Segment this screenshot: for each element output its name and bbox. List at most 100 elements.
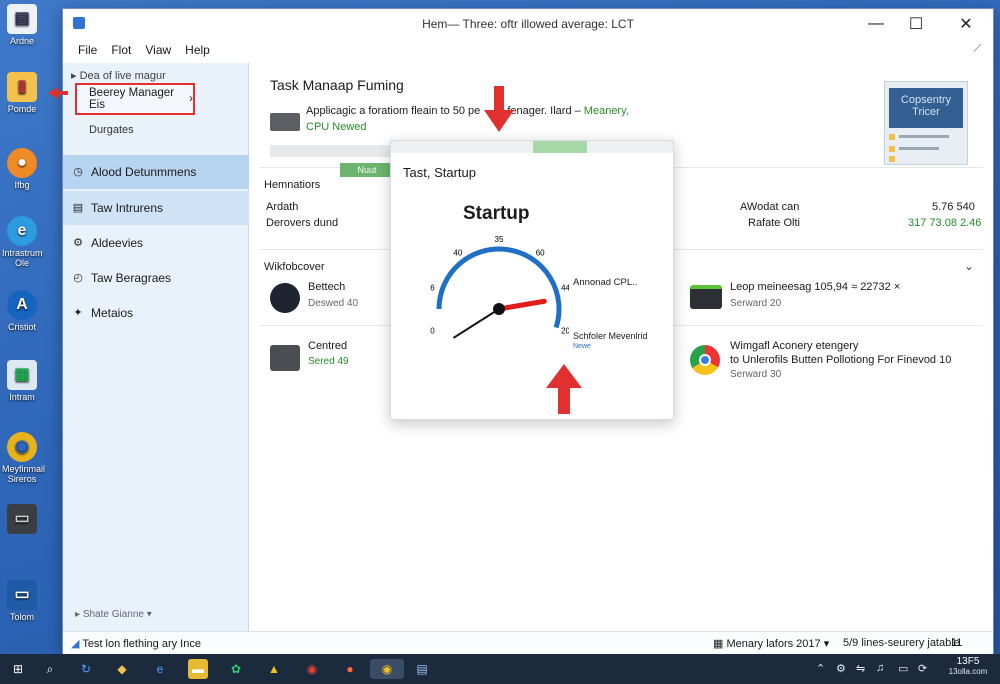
desktop-icon-pomde[interactable]: ▮ Pomde bbox=[2, 72, 42, 114]
gauge-hub bbox=[493, 303, 505, 315]
callout-arrow-left bbox=[48, 87, 68, 99]
page-title: Task Manaap Fuming bbox=[270, 77, 404, 93]
sidebar-sub-item[interactable]: Durgates bbox=[89, 124, 134, 136]
popup-link[interactable]: Newe bbox=[573, 343, 591, 350]
search-icon[interactable]: ⌕ bbox=[40, 659, 60, 679]
item-centred-name[interactable]: Centred bbox=[308, 340, 347, 352]
start-button[interactable]: ⊞ bbox=[8, 659, 28, 679]
preview-thumbnail[interactable]: Copsentry Tricer bbox=[884, 81, 968, 165]
desktop-icon-mail[interactable]: ◉ Meyfinmail Sireros bbox=[2, 432, 45, 484]
desktop-icon-tolom[interactable]: ▭ Tolom bbox=[2, 580, 42, 622]
tray-settings-icon[interactable]: ⚙ bbox=[836, 662, 846, 675]
menu-view[interactable]: Viaw bbox=[138, 39, 178, 61]
desktop-icon-computer[interactable]: ▭ bbox=[2, 504, 42, 536]
item-leop-name[interactable]: Leop meineesag 105,94 ≈ 22732 × bbox=[730, 281, 900, 293]
mail-icon: ◉ bbox=[7, 432, 37, 462]
clock-icon: ◷ bbox=[73, 166, 83, 178]
menu-flot[interactable]: Flot bbox=[104, 39, 138, 61]
tray-chevron-icon[interactable]: ⌃ bbox=[816, 662, 825, 675]
status-memory[interactable]: ▦ Menary lafors 2017 ▾ bbox=[713, 637, 829, 650]
desktop-icon-cristiot[interactable]: A Cristiot bbox=[2, 290, 42, 332]
file-icon: ▦ bbox=[7, 360, 37, 390]
menu-help[interactable]: Help bbox=[178, 39, 217, 61]
startup-popup: Tast, Startup Startup 0 6 40 35 60 44 20 Annon… bbox=[390, 140, 674, 420]
folder-icon[interactable]: ▬ bbox=[188, 659, 208, 679]
thumbnail-label: Copsentry Tricer bbox=[889, 88, 963, 128]
chrome-taskbar-icon[interactable]: ◉ bbox=[302, 659, 322, 679]
chevron-right-icon: › bbox=[189, 93, 193, 105]
maximize-button[interactable]: ☐ bbox=[901, 13, 931, 35]
tray-clock[interactable]: 13F5 13olla.com bbox=[946, 656, 990, 676]
row2-right: 317 73.08 2.46 bbox=[908, 217, 982, 229]
list-icon: ▤ bbox=[72, 202, 84, 214]
tray-monitor-icon[interactable]: ▭ bbox=[898, 662, 908, 675]
pin-icon: ✦ bbox=[73, 307, 83, 319]
status-badge: Nuut bbox=[340, 163, 394, 177]
gauge-tick-label: 44 bbox=[561, 283, 569, 292]
item-wimgafl-sub: Serward 30 bbox=[730, 369, 782, 380]
pinned-app-icon[interactable]: ◆ bbox=[112, 659, 132, 679]
disk-icon bbox=[690, 285, 722, 309]
chrome-icon bbox=[690, 345, 720, 375]
firefox-taskbar-icon[interactable]: ● bbox=[340, 659, 360, 679]
sidebar-item-aldeevies[interactable]: ⚙ Aldeevies bbox=[63, 226, 249, 260]
gauge-needle-tail bbox=[452, 308, 500, 339]
tray-sync-icon[interactable]: ⟳ bbox=[918, 662, 927, 675]
item-bettech-sub: Deswed 40 bbox=[308, 298, 359, 309]
popup-progress bbox=[391, 141, 673, 153]
row2-left: Derovers dund bbox=[266, 217, 339, 229]
item-bettech-name[interactable]: Bettech bbox=[308, 281, 345, 293]
row1-right: 5.76 540 bbox=[932, 201, 975, 213]
tray-volume-icon[interactable]: ♫ bbox=[876, 662, 884, 674]
clock-icon: ◴ bbox=[73, 272, 83, 284]
gauge-tick-label: 0 bbox=[430, 327, 435, 336]
item-wimgafl-name[interactable]: Wimgafl Aconery etengery bbox=[730, 340, 858, 352]
app-icon-bettech bbox=[270, 283, 300, 313]
desktop-icon-browser[interactable]: e Intrastrum Ole bbox=[2, 216, 43, 268]
task-manager-taskbar-icon[interactable]: ▤ bbox=[412, 659, 432, 679]
sidebar-item-beragraes[interactable]: ◴ Taw Beragraes bbox=[63, 261, 249, 295]
row1-left: Ardath bbox=[266, 201, 299, 213]
gauge-tick-label: 35 bbox=[495, 235, 504, 244]
computer-icon: ▭ bbox=[7, 504, 37, 534]
gauge-tick-label: 60 bbox=[536, 248, 545, 257]
drive-icon bbox=[270, 345, 300, 371]
gauge-needle bbox=[496, 298, 547, 312]
desktop-icon-intram[interactable]: ▦ Intram bbox=[2, 360, 42, 402]
gauge-tick-label: 40 bbox=[453, 248, 462, 257]
drive-app-icon[interactable]: ▲ bbox=[264, 659, 284, 679]
chevron-down-icon[interactable]: ⌄ bbox=[964, 259, 974, 273]
row1-mid: AWodat can bbox=[740, 201, 800, 213]
pin-icon[interactable]: ⟋ bbox=[973, 43, 981, 56]
tray-network-icon[interactable]: ⇋ bbox=[856, 662, 865, 675]
sidebar-item-detunmmens[interactable]: ◷ Alood Detunmmens bbox=[63, 155, 249, 189]
sidebar-breadcrumb[interactable]: ▸ Dea of live magur bbox=[71, 69, 166, 82]
sidebar-item-intrurens[interactable]: ▤ Taw Intrurens bbox=[63, 191, 249, 225]
title-bar[interactable]: Hem— Three: oftr illowed average: LCT — … bbox=[63, 9, 993, 39]
settings-icon[interactable]: ✿ bbox=[226, 659, 246, 679]
status-left: ◢ Test lon flething ary Ince bbox=[71, 638, 201, 650]
popup-label-cpu: Annonad CPL.. bbox=[573, 277, 638, 288]
window-title: Hem— Three: oftr illowed average: LCT bbox=[422, 17, 634, 31]
memory-icon: ▦ bbox=[713, 638, 724, 650]
monitor-icon: ▭ bbox=[7, 580, 37, 610]
active-app-icon[interactable]: ◉ bbox=[370, 659, 404, 679]
menu-file[interactable]: File bbox=[71, 39, 104, 61]
sidebar-footer[interactable]: ▸ Shate Gianne ▾ bbox=[75, 609, 152, 620]
popup-heading: Startup bbox=[463, 203, 530, 224]
minimize-button[interactable]: — bbox=[861, 13, 891, 35]
popup-label-schfoler: Schfoler Mevenlrid bbox=[573, 331, 648, 341]
status-end: 11 bbox=[951, 637, 963, 649]
desktop-icon-ardne[interactable]: ▤ Ardne bbox=[2, 4, 42, 46]
sidebar-item-metaios[interactable]: ✦ Metaios bbox=[63, 296, 249, 330]
task-view-icon[interactable]: ↻ bbox=[76, 659, 96, 679]
document-icon: ▤ bbox=[7, 4, 37, 34]
row2-mid: Rafate Olti bbox=[748, 217, 800, 229]
desktop-icon-ifbg[interactable]: ● Ifbg bbox=[2, 148, 42, 190]
status-lines: 5/9 lines-seurery jatable bbox=[843, 637, 960, 649]
close-button[interactable]: ✕ bbox=[951, 13, 981, 35]
gauge-tick-label: 6 bbox=[430, 283, 435, 292]
sidebar-highlight-item[interactable]: Beerey Manager Eis › bbox=[75, 83, 195, 115]
edge-icon: e bbox=[7, 216, 37, 246]
browser-icon[interactable]: e bbox=[150, 659, 170, 679]
